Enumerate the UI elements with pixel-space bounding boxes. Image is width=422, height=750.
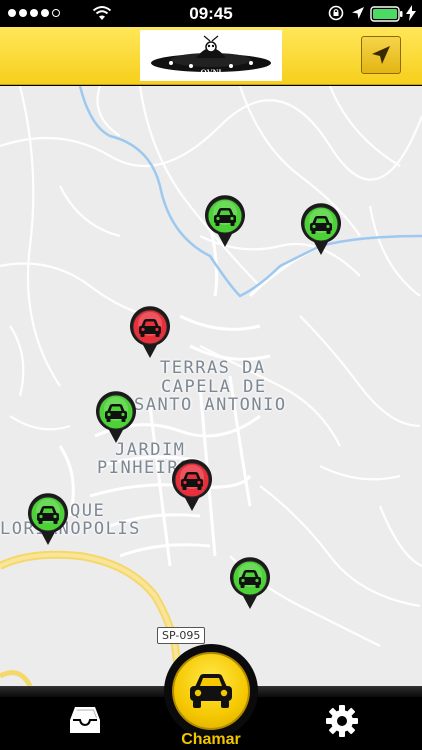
- taxi-marker-busy[interactable]: [170, 458, 214, 512]
- map-label-que: QUE: [70, 501, 106, 521]
- car-icon: [190, 674, 232, 708]
- battery-charging-icon: [370, 6, 403, 22]
- taxi-marker-busy[interactable]: [128, 305, 172, 359]
- call-taxi-button[interactable]: [172, 652, 250, 730]
- location-arrow-icon: [352, 7, 364, 19]
- map-label-santo-antonio: SANTO ANTONIO: [134, 395, 287, 415]
- bolt-icon: [406, 5, 416, 21]
- taxi-marker-available[interactable]: [94, 390, 138, 444]
- map-label-terras-da: TERRAS DA: [160, 358, 266, 378]
- locate-me-button[interactable]: [361, 36, 401, 74]
- road-shield-sp095: SP-095: [157, 627, 206, 644]
- taxi-marker-available[interactable]: [228, 556, 272, 610]
- map-view[interactable]: TERRAS DA CAPELA DE SANTO ANTONIO JARDIM…: [0, 86, 422, 686]
- ufo-logo-icon: OVNI: [151, 35, 271, 77]
- navigation-arrow-icon: [372, 46, 390, 64]
- call-taxi-ring: [164, 644, 258, 738]
- map-label-capela-de: CAPELA DE: [161, 377, 267, 397]
- status-bar: 09:45: [0, 0, 422, 27]
- app-header: OVNI: [0, 27, 422, 85]
- call-taxi-label: Chamar: [181, 731, 241, 748]
- taxi-marker-available[interactable]: [299, 202, 343, 256]
- taxi-marker-available[interactable]: [26, 492, 70, 546]
- logo-text: OVNI: [201, 68, 222, 77]
- rotation-lock-icon: [328, 5, 344, 21]
- app-logo: OVNI: [140, 30, 282, 81]
- map-label-lorianopolis: LORIANOPOLIS: [0, 519, 141, 539]
- taxi-marker-available[interactable]: [203, 194, 247, 248]
